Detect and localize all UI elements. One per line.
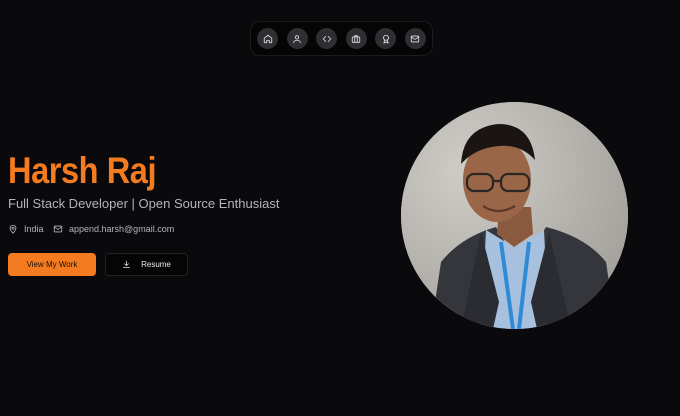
nav-experience-button[interactable]: [345, 28, 367, 49]
location: India: [8, 224, 44, 234]
code-icon: [322, 35, 331, 42]
resume-button[interactable]: Resume: [105, 253, 188, 276]
top-nav: [250, 21, 433, 56]
hero-tagline: Full Stack Developer | Open Source Enthu…: [8, 196, 280, 211]
home-icon: [263, 34, 272, 43]
nav-about-button[interactable]: [286, 28, 308, 49]
download-icon: [123, 260, 130, 268]
location-text: India: [24, 224, 44, 234]
view-my-work-button[interactable]: View My Work: [8, 253, 96, 276]
nav-projects-button[interactable]: [316, 28, 338, 49]
resume-button-label: Resume: [141, 260, 171, 269]
nav-home-button[interactable]: [257, 28, 278, 49]
email-text[interactable]: append.harsh@gmail.com: [69, 224, 174, 234]
nav-achievements-button[interactable]: [375, 28, 397, 49]
profile-photo: [401, 102, 628, 329]
nav-contact-button[interactable]: [404, 28, 426, 49]
briefcase-icon: [352, 34, 361, 43]
hero-name: Harsh Raj: [8, 150, 157, 191]
user-icon: [293, 34, 301, 43]
email[interactable]: append.harsh@gmail.com: [53, 224, 174, 234]
award-icon: [382, 34, 389, 44]
mail-icon: [53, 225, 63, 233]
mail-icon: [411, 35, 420, 42]
map-pin-icon: [9, 224, 17, 234]
